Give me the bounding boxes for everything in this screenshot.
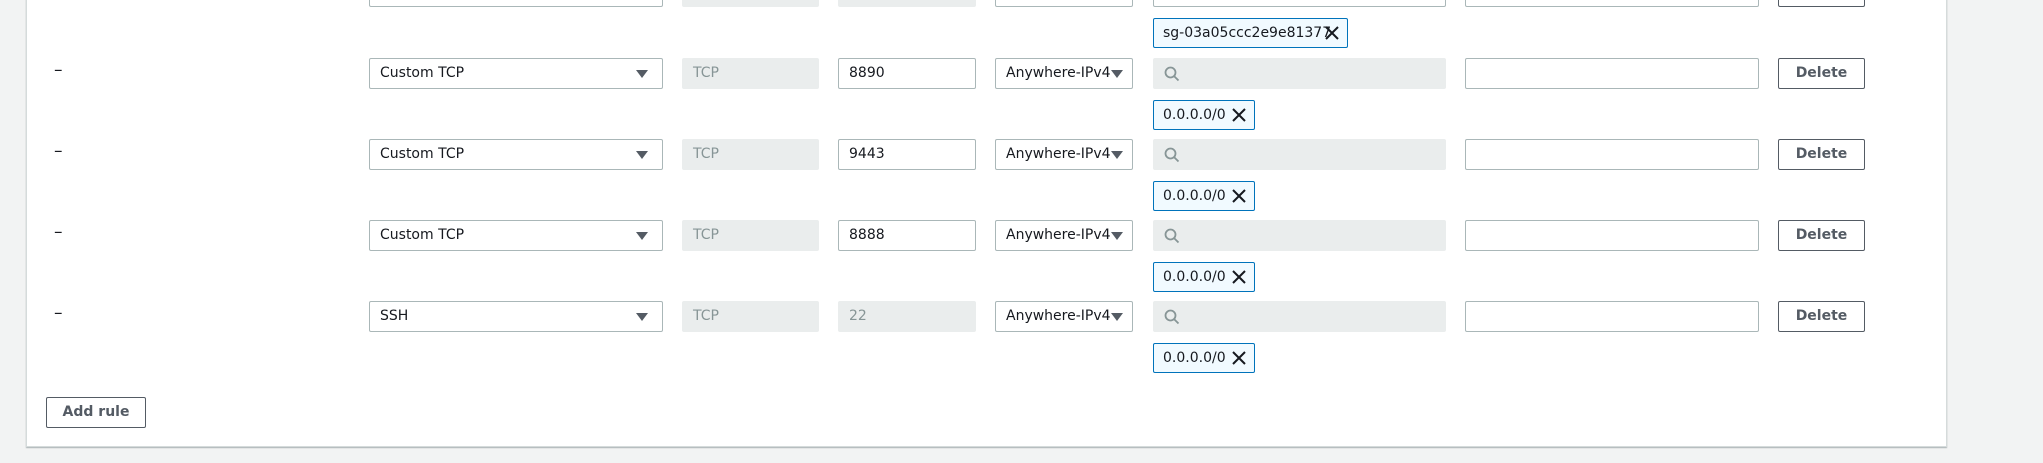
rule-dash: – [54, 60, 63, 80]
add-rule-button[interactable]: Add rule [46, 397, 146, 428]
description-input[interactable] [1465, 139, 1759, 170]
source-token: sg-03a05ccc2e9e81377 [1153, 18, 1348, 48]
source-token: 0.0.0.0/0 [1153, 181, 1255, 211]
type-select-value: Custom TCP [380, 227, 465, 243]
description-input[interactable] [1465, 58, 1759, 89]
source-type-value: Anywhere-IPv4 [1006, 65, 1111, 81]
close-icon[interactable] [1325, 26, 1339, 40]
type-select-value: SSH [380, 308, 409, 324]
source-type-value: Anywhere-IPv4 [1006, 146, 1111, 162]
rule-dash: – [54, 222, 63, 242]
type-select[interactable]: Custom TCP [369, 220, 663, 251]
type-select[interactable] [369, 0, 663, 7]
port-range-input: 22 [838, 301, 976, 332]
description-input[interactable] [1465, 301, 1759, 332]
search-icon [1164, 228, 1180, 244]
delete-button[interactable]: Delete [1778, 139, 1865, 170]
delete-button[interactable]: Delete [1778, 220, 1865, 251]
source-search-input[interactable] [1153, 220, 1446, 251]
source-token: 0.0.0.0/0 [1153, 100, 1255, 130]
caret-down-icon [1111, 151, 1123, 159]
close-icon[interactable] [1232, 351, 1246, 365]
description-input[interactable] [1465, 0, 1759, 7]
source-token-label: 0.0.0.0/0 [1163, 350, 1226, 366]
source-token-label: sg-03a05ccc2e9e81377 [1163, 25, 1332, 41]
source-type-select[interactable]: Anywhere-IPv4 [995, 301, 1133, 332]
protocol-field: TCP [682, 58, 819, 89]
delete-button[interactable] [1778, 0, 1865, 7]
type-select[interactable]: Custom TCP [369, 139, 663, 170]
port-range-input[interactable]: 8890 [838, 58, 976, 89]
source-token-label: 0.0.0.0/0 [1163, 269, 1226, 285]
source-search-input[interactable] [1153, 0, 1446, 7]
type-select[interactable]: Custom TCP [369, 58, 663, 89]
close-icon[interactable] [1232, 108, 1246, 122]
search-icon [1164, 66, 1180, 82]
source-type-select[interactable]: Anywhere-IPv4 [995, 220, 1133, 251]
caret-down-icon [1111, 70, 1123, 78]
delete-button[interactable]: Delete [1778, 58, 1865, 89]
protocol-field: TCP [682, 301, 819, 332]
source-search-input[interactable] [1153, 58, 1446, 89]
type-select-value: Custom TCP [380, 65, 465, 81]
caret-down-icon [1111, 232, 1123, 240]
rule-dash: – [54, 303, 63, 323]
search-icon [1164, 309, 1180, 325]
caret-down-icon [636, 313, 648, 321]
source-token-label: 0.0.0.0/0 [1163, 188, 1226, 204]
search-icon [1164, 147, 1180, 163]
source-search-input[interactable] [1153, 301, 1446, 332]
port-range-input[interactable]: 8888 [838, 220, 976, 251]
protocol-field: TCP [682, 220, 819, 251]
source-token-label: 0.0.0.0/0 [1163, 107, 1226, 123]
port-range-input[interactable] [838, 0, 976, 7]
caret-down-icon [636, 151, 648, 159]
source-type-value: Anywhere-IPv4 [1006, 227, 1111, 243]
source-token: 0.0.0.0/0 [1153, 262, 1255, 292]
protocol-field [682, 0, 819, 7]
source-type-select[interactable]: Anywhere-IPv4 [995, 139, 1133, 170]
type-select-value: Custom TCP [380, 146, 465, 162]
source-search-input[interactable] [1153, 139, 1446, 170]
source-type-select[interactable]: Anywhere-IPv4 [995, 58, 1133, 89]
close-icon[interactable] [1232, 189, 1246, 203]
source-token: 0.0.0.0/0 [1153, 343, 1255, 373]
caret-down-icon [1111, 313, 1123, 321]
source-type-select[interactable] [995, 0, 1133, 7]
port-range-input[interactable]: 9443 [838, 139, 976, 170]
caret-down-icon [636, 232, 648, 240]
close-icon[interactable] [1232, 270, 1246, 284]
rule-dash: – [54, 141, 63, 161]
description-input[interactable] [1465, 220, 1759, 251]
protocol-field: TCP [682, 139, 819, 170]
delete-button[interactable]: Delete [1778, 301, 1865, 332]
source-type-value: Anywhere-IPv4 [1006, 308, 1111, 324]
type-select[interactable]: SSH [369, 301, 663, 332]
caret-down-icon [636, 70, 648, 78]
